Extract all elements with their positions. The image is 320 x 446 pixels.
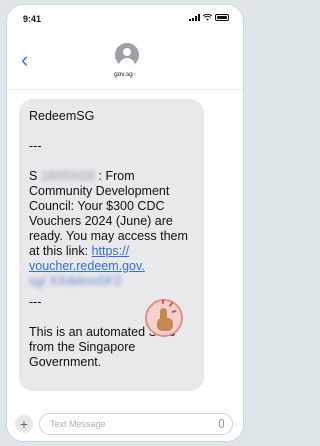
back-chevron-icon[interactable]: ‹ [21,49,28,71]
battery-icon [215,14,229,21]
message-separator-top: --- [29,139,42,153]
message-input[interactable]: Text Message [39,413,233,435]
message-body: S 18X5XG0 : From Community Development C… [29,169,194,289]
status-icons [189,14,229,21]
contact-avatar-icon[interactable] [115,43,139,67]
wifi-icon [203,14,212,21]
message-prefix: S [29,169,38,183]
status-bar: 9:41 [7,5,243,33]
composer-bar: + Text Message [7,413,243,437]
sender-label: gov.sg [114,71,133,78]
blurred-reference: 18X5XG0 [40,169,96,183]
message-title: RedeemSG [29,109,95,123]
sender-name[interactable]: gov.sg› [7,71,243,78]
message-input-placeholder: Text Message [50,419,106,429]
microphone-icon[interactable] [219,419,224,428]
status-time: 9:41 [23,14,42,24]
voucher-link-blurred: sg/ XXdekm/0F2 [29,274,122,288]
header-divider [7,89,243,90]
signal-icon [189,14,200,21]
phone-screen: 9:41 ‹ gov.sg› RedeemSG --- S 18X5XG0 : … [7,5,243,441]
add-attachment-button[interactable]: + [15,415,33,433]
sender-chevron-icon: › [133,71,136,78]
message-bubble: RedeemSG --- S 18X5XG0 : From Community … [19,99,204,391]
tap-hand-icon [145,299,183,337]
